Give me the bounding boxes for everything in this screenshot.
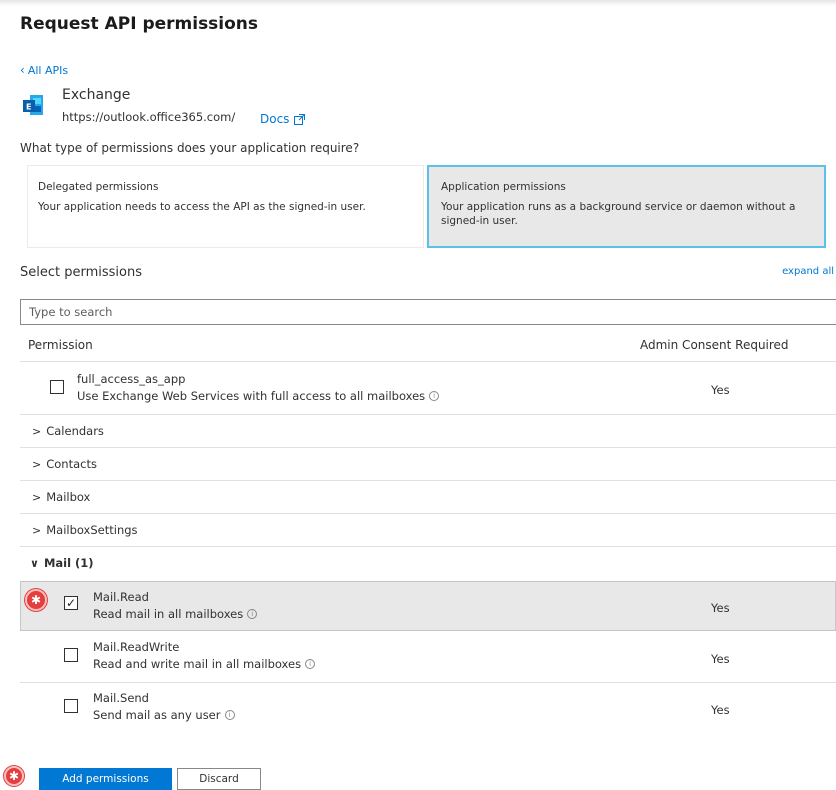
chevron-down-icon: ∨	[30, 556, 39, 570]
info-icon[interactable]: i	[429, 391, 440, 401]
exchange-logo-icon: E	[23, 95, 43, 115]
mail-read-checkbox[interactable]: ✓	[64, 596, 78, 610]
chevron-right-icon: >	[32, 457, 42, 471]
group-label: MailboxSettings	[46, 523, 138, 537]
divider	[20, 414, 836, 415]
permission-name: Mail.Read	[93, 590, 149, 604]
star-icon: ✱	[8, 769, 20, 783]
info-icon[interactable]: i	[224, 710, 235, 720]
group-calendars[interactable]: > Calendars	[32, 424, 104, 438]
group-mailbox[interactable]: > Mailbox	[32, 490, 90, 504]
group-contacts[interactable]: > Contacts	[32, 457, 97, 471]
expand-all-link[interactable]: expand all	[782, 266, 834, 277]
permission-search-input[interactable]	[20, 299, 836, 325]
card-title: Delegated permissions	[38, 181, 159, 193]
group-label: Mailbox	[46, 490, 91, 504]
group-label: Mail (1)	[43, 556, 94, 570]
top-shadow	[0, 0, 836, 6]
info-icon[interactable]: i	[247, 609, 258, 619]
docs-label: Docs	[260, 112, 290, 126]
permission-description-text: Read and write mail in all mailboxes	[93, 657, 302, 671]
group-mail[interactable]: ∨ Mail (1)	[30, 556, 94, 570]
group-label: Calendars	[46, 424, 104, 438]
chevron-right-icon: >	[32, 424, 42, 438]
all-apis-link[interactable]: ‹ All APIs	[20, 63, 68, 77]
group-mailboxsettings[interactable]: > MailboxSettings	[32, 523, 138, 537]
permission-type-question: What type of permissions does your appli…	[20, 141, 360, 155]
svg-text:E: E	[26, 103, 31, 112]
group-label: Contacts	[46, 457, 97, 471]
admin-consent-value: Yes	[711, 703, 730, 717]
mail-send-checkbox[interactable]	[64, 699, 78, 713]
checkmark-icon: ✓	[65, 596, 77, 610]
info-icon[interactable]: i	[305, 659, 316, 669]
star-icon: ✱	[30, 593, 42, 607]
permission-description-text: Send mail as any user	[93, 708, 221, 722]
column-header-admin-consent: Admin Consent Required	[640, 338, 789, 352]
all-apis-label: All APIs	[27, 63, 69, 77]
permission-name: full_access_as_app	[77, 372, 186, 386]
add-permissions-button[interactable]: Add permissions	[39, 768, 172, 790]
permission-description: Read mail in all mailboxes i	[93, 607, 258, 621]
step-marker: ✱	[4, 766, 24, 786]
application-permissions-card[interactable]: Application permissions Your application…	[427, 165, 826, 248]
card-description: Your application runs as a background se…	[441, 201, 796, 227]
divider	[20, 513, 836, 514]
chevron-left-icon: ‹	[20, 63, 25, 77]
divider	[20, 480, 836, 481]
permission-description: Read and write mail in all mailboxes i	[93, 657, 316, 671]
card-title: Application permissions	[441, 181, 566, 193]
permission-name: Mail.ReadWrite	[93, 640, 180, 654]
api-url: https://outlook.office365.com/	[62, 110, 236, 124]
admin-consent-value: Yes	[711, 601, 730, 615]
admin-consent-value: Yes	[711, 383, 730, 397]
step-marker: ✱	[25, 589, 47, 611]
permission-description: Use Exchange Web Services with full acce…	[77, 389, 440, 403]
permission-description-text: Read mail in all mailboxes	[93, 607, 244, 621]
permission-description: Send mail as any user i	[93, 708, 235, 722]
select-permissions-label: Select permissions	[20, 265, 143, 280]
card-description: Your application needs to access the API…	[38, 201, 366, 213]
discard-button[interactable]: Discard	[177, 768, 261, 790]
admin-consent-value: Yes	[711, 652, 730, 666]
full-access-checkbox[interactable]	[50, 380, 64, 394]
divider	[20, 447, 836, 448]
external-link-icon	[294, 113, 306, 125]
divider	[20, 361, 836, 362]
divider	[20, 546, 836, 547]
mail-readwrite-checkbox[interactable]	[64, 648, 78, 662]
api-name: Exchange	[62, 87, 131, 103]
permission-description-text: Use Exchange Web Services with full acce…	[77, 389, 426, 403]
divider	[20, 682, 836, 683]
delegated-permissions-card[interactable]: Delegated permissions Your application n…	[27, 165, 424, 248]
chevron-right-icon: >	[32, 490, 42, 504]
column-header-permission: Permission	[28, 338, 93, 352]
docs-link[interactable]: Docs	[260, 112, 306, 126]
chevron-right-icon: >	[32, 523, 42, 537]
page-title: Request API permissions	[20, 14, 259, 34]
permission-name: Mail.Send	[93, 691, 149, 705]
